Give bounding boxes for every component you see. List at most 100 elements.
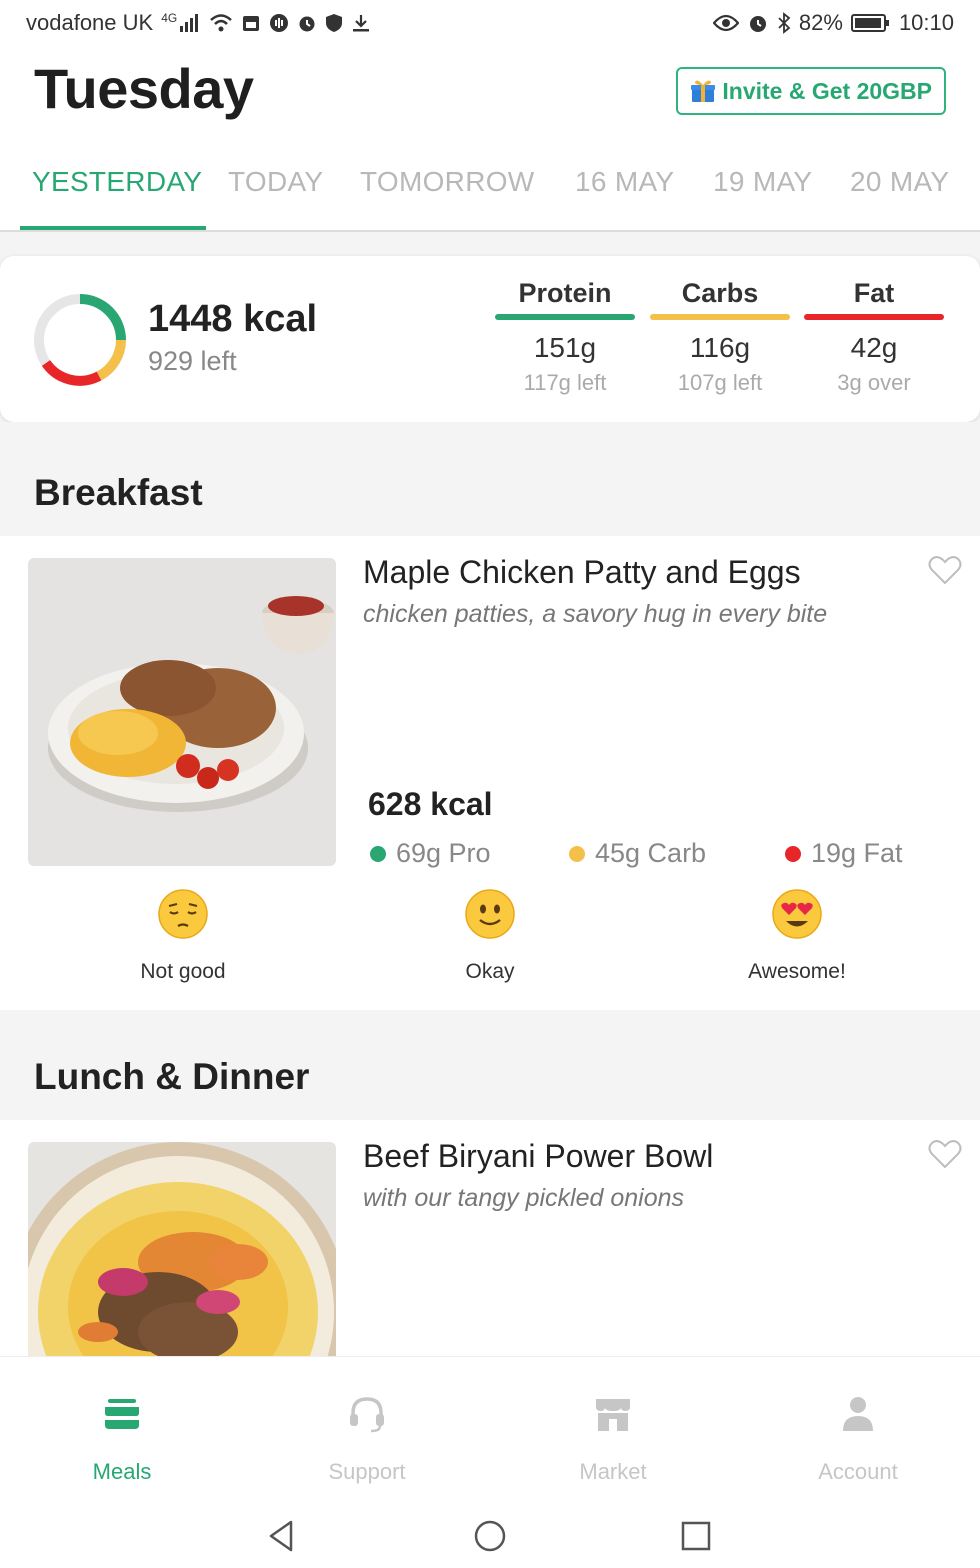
gift-icon	[691, 80, 716, 102]
pensive-face-icon	[158, 889, 208, 939]
kcal-remaining: 929 left	[148, 346, 237, 376]
recents-icon[interactable]	[678, 1518, 714, 1554]
lunch-meal-name: Beef Biryani Power Bowl	[363, 1138, 714, 1174]
breakfast-section-title: Breakfast	[34, 472, 203, 513]
date-tabs: YESTERDAY TODAY TOMORROW 16 MAY 19 MAY 2…	[0, 146, 980, 232]
wifi-icon	[209, 14, 233, 32]
ring-protein-segment	[79, 294, 126, 341]
rating-okay-button[interactable]: Okay	[390, 888, 590, 984]
invite-button[interactable]: Invite & Get 20GBP	[676, 67, 946, 115]
active-tab-indicator	[20, 226, 206, 230]
network-type-label: 4G	[161, 11, 178, 25]
favorite-heart-icon[interactable]	[928, 554, 962, 586]
status-bar-right: 82% 10:10	[712, 10, 954, 36]
status-bar: vodafone UK 4G 82% 10:10	[0, 0, 980, 46]
rating-not-good-label: Not good	[140, 960, 226, 983]
voice-icon	[269, 13, 289, 33]
slight-smile-face-icon	[465, 889, 515, 939]
alarm-clock-icon	[747, 12, 769, 34]
signal-icon	[179, 14, 201, 32]
nav-account[interactable]: Account	[778, 1393, 938, 1485]
macro-protein: Protein 151g 117g left	[495, 278, 635, 396]
macro-protein-name: Protein	[518, 278, 612, 308]
nav-account-label: Account	[818, 1459, 898, 1484]
rating-okay-label: Okay	[465, 960, 515, 983]
breakfast-meal-card[interactable]: Maple Chicken Patty and Eggs chicken pat…	[0, 536, 980, 1010]
breakfast-meal-fat: 19g Fat	[785, 838, 903, 869]
macro-protein-remaining: 117g left	[523, 370, 607, 395]
macro-carbs-name: Carbs	[681, 278, 759, 308]
nav-meals[interactable]: Meals	[42, 1393, 202, 1485]
battery-icon	[850, 13, 891, 33]
alarm-icon	[297, 13, 317, 33]
breakfast-meal-description: chicken patties, a savory hug in every b…	[363, 600, 828, 628]
shield-icon	[325, 13, 343, 33]
macro-carbs-value: 116g	[689, 332, 751, 363]
lunch-meal-image[interactable]	[28, 1142, 336, 1356]
status-bar-left: vodafone UK 4G	[26, 10, 371, 36]
ring-carbs-segment	[96, 339, 126, 381]
macro-protein-bar	[495, 314, 635, 320]
breakfast-fat-label: 19g Fat	[811, 838, 903, 868]
eye-icon	[712, 14, 739, 32]
breakfast-section-header: Breakfast	[0, 422, 980, 536]
ring-fat-segment	[41, 359, 102, 386]
invite-button-label: Invite & Get 20GBP	[722, 77, 932, 104]
lunch-dinner-section-title: Lunch & Dinner	[34, 1056, 310, 1097]
macro-protein-value: 151g	[533, 332, 597, 363]
heart-eyes-face-icon	[772, 889, 822, 939]
back-icon[interactable]	[265, 1518, 301, 1554]
macro-fat-bar	[804, 314, 944, 320]
bottom-navigation: Meals Support Market Account	[0, 1356, 980, 1504]
macro-carbs-bar	[650, 314, 790, 320]
tab-16-may[interactable]: 16 MAY	[575, 166, 674, 198]
page-title: Tuesday	[34, 57, 254, 120]
system-navigation-bar	[0, 1504, 980, 1568]
breakfast-meal-kcal: 628 kcal	[368, 786, 493, 822]
clock-time: 10:10	[898, 10, 954, 35]
lunch-meal-card[interactable]: Beef Biryani Power Bowl with our tangy p…	[0, 1120, 980, 1356]
lunch-dinner-section-header: Lunch & Dinner	[0, 1010, 980, 1120]
meal-rating-row: Not good Okay Awesome!	[0, 888, 980, 1008]
favorite-heart-icon[interactable]	[928, 1138, 962, 1170]
calendar-icon	[241, 13, 261, 33]
kcal-total: 1448 kcal	[148, 298, 318, 340]
home-icon[interactable]	[472, 1518, 508, 1554]
fat-dot-icon	[785, 845, 801, 862]
nav-meals-label: Meals	[92, 1459, 152, 1484]
nav-support-label: Support	[328, 1459, 406, 1484]
macro-carbs-remaining: 107g left	[677, 370, 763, 395]
breakfast-meal-name: Maple Chicken Patty and Eggs	[363, 554, 801, 590]
breakfast-carbs-label: 45g Carb	[595, 838, 707, 868]
breakfast-meal-protein: 69g Pro	[370, 838, 491, 869]
page-header: Tuesday Invite & Get 20GBP	[0, 46, 980, 146]
breakfast-meal-image[interactable]	[28, 558, 336, 866]
macro-fat-value: 42g	[850, 332, 898, 363]
download-icon	[351, 13, 371, 33]
tab-20-may[interactable]: 20 MAY	[850, 166, 949, 198]
bluetooth-icon	[777, 12, 791, 34]
battery-percent: 82%	[798, 10, 843, 35]
rating-awesome-label: Awesome!	[748, 960, 846, 983]
tab-tomorrow[interactable]: TOMORROW	[360, 166, 535, 198]
nav-market-label: Market	[579, 1459, 647, 1484]
calorie-ring-chart	[34, 294, 126, 386]
nutrition-summary-card: 1448 kcal 929 left Protein 151g 117g lef…	[0, 256, 980, 422]
tab-yesterday[interactable]: YESTERDAY	[32, 166, 202, 198]
person-icon	[843, 1397, 873, 1431]
nav-support[interactable]: Support	[287, 1393, 447, 1485]
macro-fat-name: Fat	[853, 278, 895, 308]
lunch-meal-description: with our tangy pickled onions	[363, 1184, 685, 1212]
tab-19-may[interactable]: 19 MAY	[713, 166, 812, 198]
macro-fat-over: 3g over	[837, 370, 911, 395]
macro-carbs: Carbs 116g 107g left	[650, 278, 790, 396]
macro-fat: Fat 42g 3g over	[804, 278, 944, 396]
rating-awesome-button[interactable]: Awesome!	[697, 888, 897, 984]
meals-icon	[105, 1399, 139, 1429]
rating-not-good-button[interactable]: Not good	[83, 888, 283, 984]
tab-today[interactable]: TODAY	[228, 166, 323, 198]
nav-market[interactable]: Market	[533, 1393, 693, 1485]
breakfast-protein-label: 69g Pro	[396, 838, 491, 868]
breakfast-meal-carbs: 45g Carb	[569, 838, 706, 869]
store-icon	[596, 1399, 630, 1431]
